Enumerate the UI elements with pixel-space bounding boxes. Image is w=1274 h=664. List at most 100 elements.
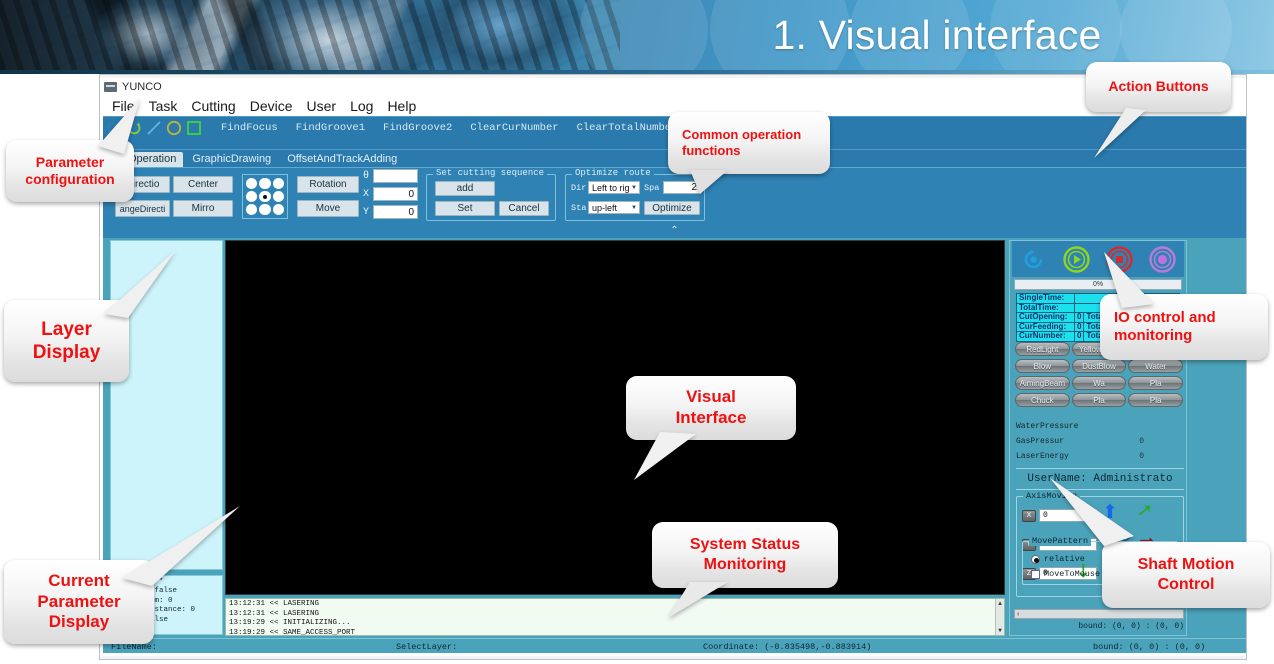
gaspressure-row: GasPressur 0 bbox=[1016, 436, 1184, 447]
checkbox-icon[interactable] bbox=[1031, 569, 1040, 579]
toolbar-cleartotalnumber[interactable]: ClearTotalNumber bbox=[577, 122, 678, 134]
header-banner: 1. Visual interface bbox=[0, 0, 1274, 70]
anchor-dot[interactable] bbox=[259, 178, 271, 189]
scroll-left-icon[interactable]: ‹ bbox=[1017, 611, 1019, 618]
y-field[interactable]: 0 bbox=[373, 205, 418, 219]
log-scrollbar[interactable]: ▲ ▼ bbox=[995, 599, 1004, 635]
waterpressure-row: WaterPressure bbox=[1016, 421, 1184, 432]
cutting-sequence-title: Set cutting sequence bbox=[433, 168, 548, 178]
rotation-button[interactable]: Rotation bbox=[297, 176, 359, 193]
square-icon[interactable] bbox=[185, 119, 203, 137]
toolbar-findgroove2[interactable]: FindGroove2 bbox=[383, 122, 452, 134]
x-label: X bbox=[363, 189, 370, 200]
callout-tail-current-parameter-display bbox=[122, 506, 240, 586]
waterpressure-label: WaterPressure bbox=[1016, 422, 1079, 431]
anchor-dot[interactable] bbox=[246, 204, 258, 215]
menu-log[interactable]: Log bbox=[343, 98, 380, 114]
callout-text: Action Buttons bbox=[1108, 78, 1209, 95]
pla3-button[interactable]: Pla bbox=[1128, 393, 1183, 407]
optimize-button[interactable]: Optimize bbox=[644, 201, 700, 215]
redlight-button[interactable]: RedLight bbox=[1015, 342, 1070, 356]
scroll-down-icon[interactable]: ▼ bbox=[998, 626, 1002, 636]
system-log-panel[interactable]: 13:12:31 << LASERING 13:12:31 << LASERIN… bbox=[225, 598, 1005, 636]
status-coordinate: Coordinate: (-0.835498,-0.883914) bbox=[703, 642, 872, 652]
cutopening-label: CutOpening: bbox=[1016, 312, 1075, 323]
blow-button[interactable]: Blow bbox=[1015, 359, 1070, 373]
move-to-mouse-label: MoveToMouse bbox=[1044, 569, 1101, 579]
x-field[interactable]: 0 bbox=[373, 187, 418, 201]
menu-help[interactable]: Help bbox=[380, 98, 423, 114]
log-line: 13:19:29 << SAME_ACCESS_PORT bbox=[229, 628, 356, 636]
menu-device[interactable]: Device bbox=[243, 98, 300, 114]
callout-system-status-monitoring: System Status Monitoring bbox=[652, 522, 838, 588]
theta-label: θ bbox=[363, 171, 370, 182]
add-button[interactable]: add bbox=[435, 181, 495, 196]
scroll-up-icon[interactable]: ▲ bbox=[998, 599, 1002, 609]
laserenergy-row: LaserEnergy 0 bbox=[1016, 451, 1184, 462]
app-logo-icon bbox=[104, 82, 117, 92]
anchor-dot-selected[interactable] bbox=[259, 191, 271, 202]
sta-label: Sta bbox=[571, 203, 587, 213]
water-button[interactable]: Water bbox=[1128, 359, 1183, 373]
tab-graphicdrawing[interactable]: GraphicDrawing bbox=[185, 152, 278, 167]
anchor-dot[interactable] bbox=[272, 204, 284, 215]
cutting-sequence-group: Set cutting sequence add Set Cancel bbox=[426, 168, 556, 221]
callout-common-operation-functions: Common operation functions bbox=[668, 112, 830, 174]
callout-tail-action-buttons bbox=[1094, 108, 1146, 158]
callout-tail-layer-display bbox=[104, 250, 176, 318]
window-titlebar: YUNCO bbox=[100, 78, 1246, 96]
toolbar-clearcurnumber[interactable]: ClearCurNumber bbox=[470, 122, 558, 134]
anchor-dot[interactable] bbox=[272, 191, 284, 202]
anchor-dot[interactable] bbox=[272, 178, 284, 189]
center-button[interactable]: Center bbox=[173, 176, 233, 193]
wa-button[interactable]: Wa bbox=[1071, 376, 1127, 390]
anchor-dot[interactable] bbox=[246, 178, 258, 189]
callout-tail-shaft-motion-control bbox=[1050, 478, 1134, 546]
circle-icon[interactable] bbox=[165, 119, 183, 137]
reset-button[interactable] bbox=[1019, 245, 1048, 274]
callout-tail-visual-interface bbox=[634, 432, 696, 480]
mirror-button[interactable]: Mirro bbox=[173, 200, 233, 217]
anchor-dot[interactable] bbox=[259, 204, 271, 215]
callout-tail-system-status-monitoring bbox=[668, 582, 728, 618]
pla2-button[interactable]: Pla bbox=[1071, 393, 1127, 407]
callout-tail-common-operation-functions bbox=[690, 170, 728, 194]
menu-cutting[interactable]: Cutting bbox=[184, 98, 242, 114]
set-button[interactable]: Set bbox=[435, 201, 495, 216]
move-to-mouse-checkbox[interactable]: MoveToMouse bbox=[1031, 569, 1100, 579]
laserenergy-value: 0 bbox=[1139, 452, 1144, 461]
anchor-point-grid[interactable] bbox=[242, 174, 288, 219]
right-panel-horizontal-scrollbar[interactable]: ‹ bbox=[1014, 609, 1184, 619]
tab-offsetandtrackadding[interactable]: OffsetAndTrackAdding bbox=[280, 152, 404, 167]
ribbon-collapse-toggle[interactable]: ⌃ bbox=[103, 225, 1246, 238]
theta-field[interactable] bbox=[373, 169, 418, 183]
radio-icon[interactable] bbox=[1031, 554, 1040, 564]
menu-user[interactable]: User bbox=[300, 98, 344, 114]
visual-canvas[interactable] bbox=[225, 240, 1005, 595]
change-direction-button[interactable]: angeDirecti bbox=[115, 200, 170, 217]
callout-text: System Status Monitoring bbox=[689, 536, 801, 573]
start-corner-select[interactable]: up-left bbox=[588, 201, 640, 214]
singletime-label: SingleTime: bbox=[1016, 293, 1075, 304]
callout-action-buttons: Action Buttons bbox=[1086, 62, 1231, 112]
pla-button[interactable]: Pla bbox=[1128, 376, 1183, 390]
direction-select[interactable]: Left to rig bbox=[588, 181, 640, 194]
cancel-button[interactable]: Cancel bbox=[499, 201, 549, 216]
dustblow-button[interactable]: DustBlow bbox=[1071, 359, 1127, 373]
callout-text: Visual Interface bbox=[675, 387, 747, 427]
status-selectlayer: SelectLayer: bbox=[396, 642, 458, 652]
toolbar-findfocus[interactable]: FindFocus bbox=[221, 122, 278, 134]
callout-text: Current Parameter Display bbox=[37, 570, 121, 632]
curnumber-label: CurNumber: bbox=[1016, 331, 1075, 342]
aimingbeam-button[interactable]: AimingBeam bbox=[1015, 376, 1070, 390]
callout-text: Shaft Motion Control bbox=[1137, 556, 1235, 593]
gaspressure-label: GasPressur bbox=[1016, 437, 1065, 446]
status-bar: FileName: SelectLayer: Coordinate: (-0.8… bbox=[103, 638, 1246, 653]
toolbar-findgroove1[interactable]: FindGroove1 bbox=[296, 122, 365, 134]
anchor-dot[interactable] bbox=[246, 191, 258, 202]
curnumber-value: 0 bbox=[1073, 331, 1085, 342]
move-button[interactable]: Move bbox=[297, 200, 359, 217]
chuck-button[interactable]: Chuck bbox=[1015, 393, 1070, 407]
callout-text: Layer Display bbox=[32, 318, 101, 363]
spa-label: Spa bbox=[644, 183, 660, 193]
